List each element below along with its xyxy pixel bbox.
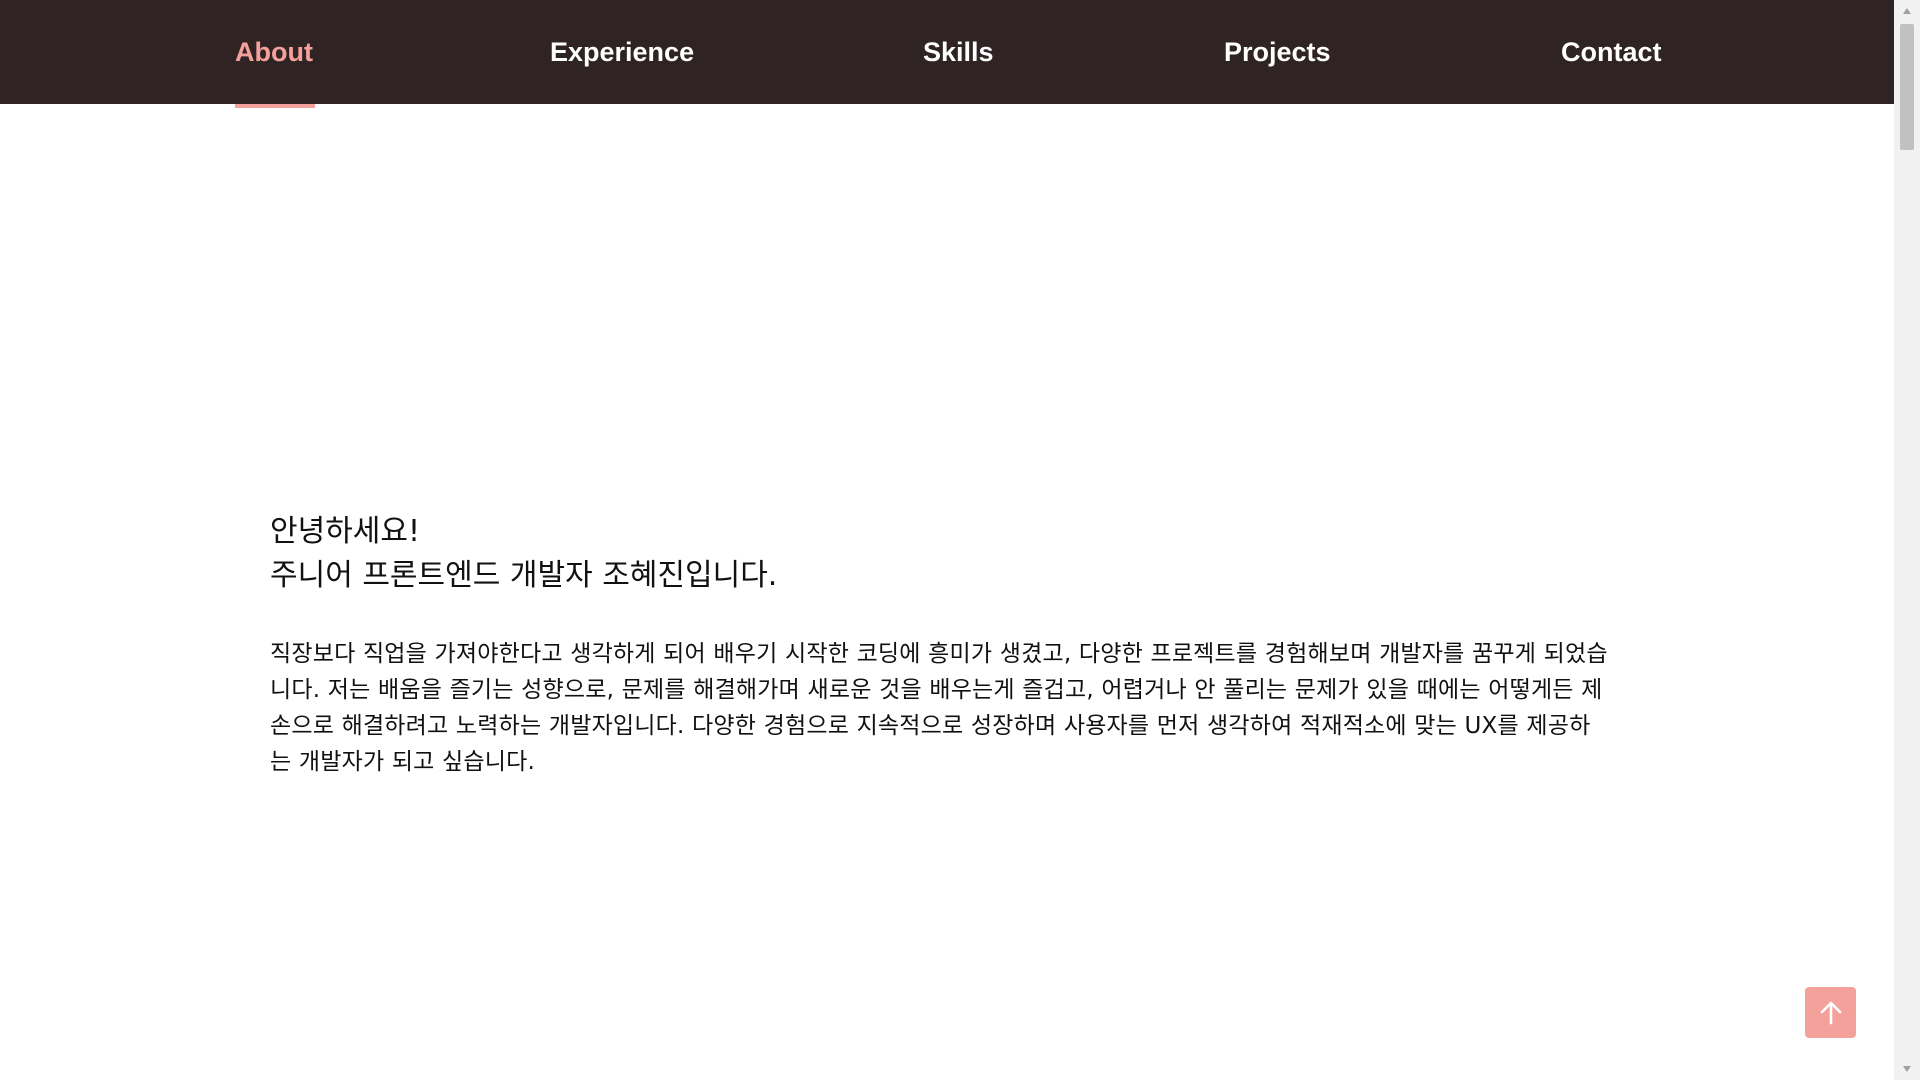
scroll-down-arrow-icon[interactable] [1894,1058,1920,1080]
greeting-line-1: 안녕하세요! [270,514,421,549]
browser-viewport: About Experience Skills Projects Contact… [0,0,1920,1080]
greeting-line-2: 주니어 프론트엔드 개발자 조혜진입니다. [270,558,778,593]
active-nav-indicator [235,104,315,108]
nav-item-about[interactable]: About [235,0,313,104]
about-section: 안녕하세요! 주니어 프론트엔드 개발자 조혜진입니다. 직장보다 직업을 가져… [270,510,1630,780]
vertical-scrollbar[interactable] [1894,0,1920,1080]
portfolio-page: About Experience Skills Projects Contact… [0,0,1894,1080]
nav-item-projects[interactable]: Projects [1224,0,1331,104]
scroll-up-arrow-icon[interactable] [1894,0,1920,22]
nav-item-skills[interactable]: Skills [923,0,994,104]
intro-paragraph: 직장보다 직업을 가져야한다고 생각하게 되어 배우기 시작한 코딩에 흥미가 … [270,641,1608,775]
top-navbar: About Experience Skills Projects Contact [0,0,1894,104]
arrow-up-icon [1820,1001,1841,1024]
nav-item-contact[interactable]: Contact [1561,0,1662,104]
greeting-heading: 안녕하세요! 주니어 프론트엔드 개발자 조혜진입니다. [270,510,1630,598]
scrollbar-thumb[interactable] [1900,24,1914,150]
scroll-to-top-button[interactable] [1805,987,1856,1038]
nav-item-experience[interactable]: Experience [550,0,694,104]
